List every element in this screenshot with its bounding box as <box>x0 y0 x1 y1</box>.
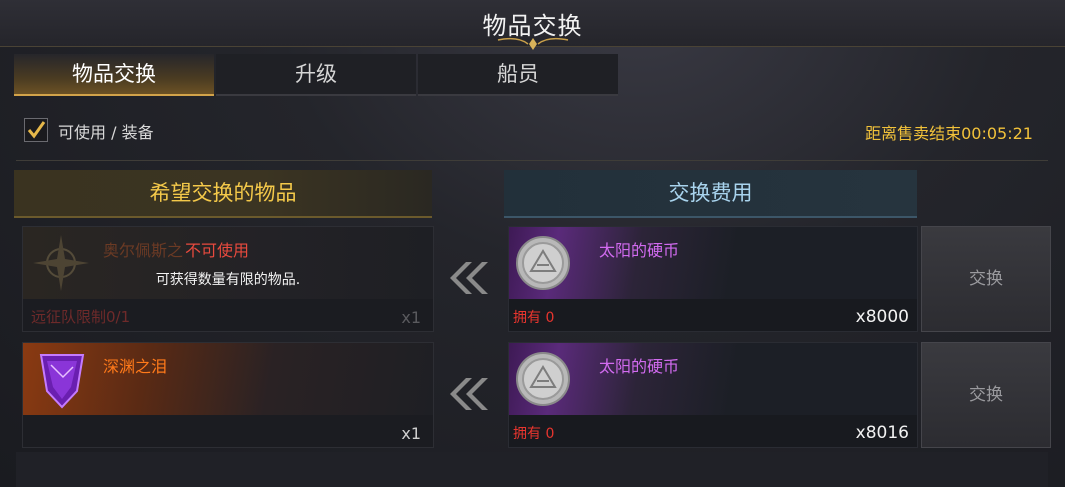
sun-coin-icon <box>516 352 570 406</box>
usable-filter-label: 可使用 / 装备 <box>58 123 154 142</box>
wanted-item-slot-2[interactable]: 深渊之泪 x1 <box>22 342 434 448</box>
purple-gem-icon <box>39 354 85 409</box>
list-bottom-area <box>16 452 1048 487</box>
unusable-label: 不可使用 <box>185 241 250 260</box>
title-ornament-icon <box>497 37 569 50</box>
exchange-button[interactable]: 交换 <box>921 226 1051 332</box>
exchange-cost-header: 交换费用 <box>504 170 917 218</box>
divider <box>16 160 1048 161</box>
cost-amount: x8000 <box>855 307 909 327</box>
item-quantity: x1 <box>401 424 421 443</box>
item-name: 深渊之泪 <box>103 357 168 376</box>
window-title-bar: 物品交换 <box>0 0 1065 50</box>
wanted-item-slot-1[interactable]: 奥尔佩斯之 不可使用 可获得数量有限的物品. 远征队限制0/1 x1 <box>22 226 434 332</box>
tab-item-exchange[interactable]: 物品交换 <box>14 54 214 96</box>
tab-bar: 物品交换 升级 船员 <box>14 54 620 96</box>
double-chevron-left-icon <box>450 378 488 410</box>
wanted-items-header: 希望交换的物品 <box>14 170 432 218</box>
cost-slot-1: 太阳的硬币 拥有 0 x8000 <box>508 226 918 332</box>
cost-amount: x8016 <box>855 423 909 443</box>
owned-count: 拥有 0 <box>513 426 555 442</box>
tab-upgrade[interactable]: 升级 <box>216 54 416 96</box>
cost-slot-2: 太阳的硬币 拥有 0 x8016 <box>508 342 918 448</box>
sun-coin-icon <box>516 236 570 290</box>
owned-count: 拥有 0 <box>513 310 555 326</box>
tab-crew[interactable]: 船员 <box>418 54 618 96</box>
cost-item-name: 太阳的硬币 <box>599 357 680 376</box>
limited-item-message: 可获得数量有限的物品. <box>155 272 301 288</box>
double-chevron-left-icon <box>450 262 488 294</box>
item-quantity: x1 <box>401 308 421 327</box>
expedition-limit: 远征队限制0/1 <box>31 308 131 326</box>
usable-checkbox[interactable] <box>24 118 48 142</box>
item-name: 奥尔佩斯之 <box>103 241 184 260</box>
checkmark-icon <box>27 121 46 139</box>
cost-item-name: 太阳的硬币 <box>599 241 680 260</box>
exchange-button[interactable]: 交换 <box>921 342 1051 448</box>
sale-timer: 距离售卖结束00:05:21 <box>865 124 1033 143</box>
